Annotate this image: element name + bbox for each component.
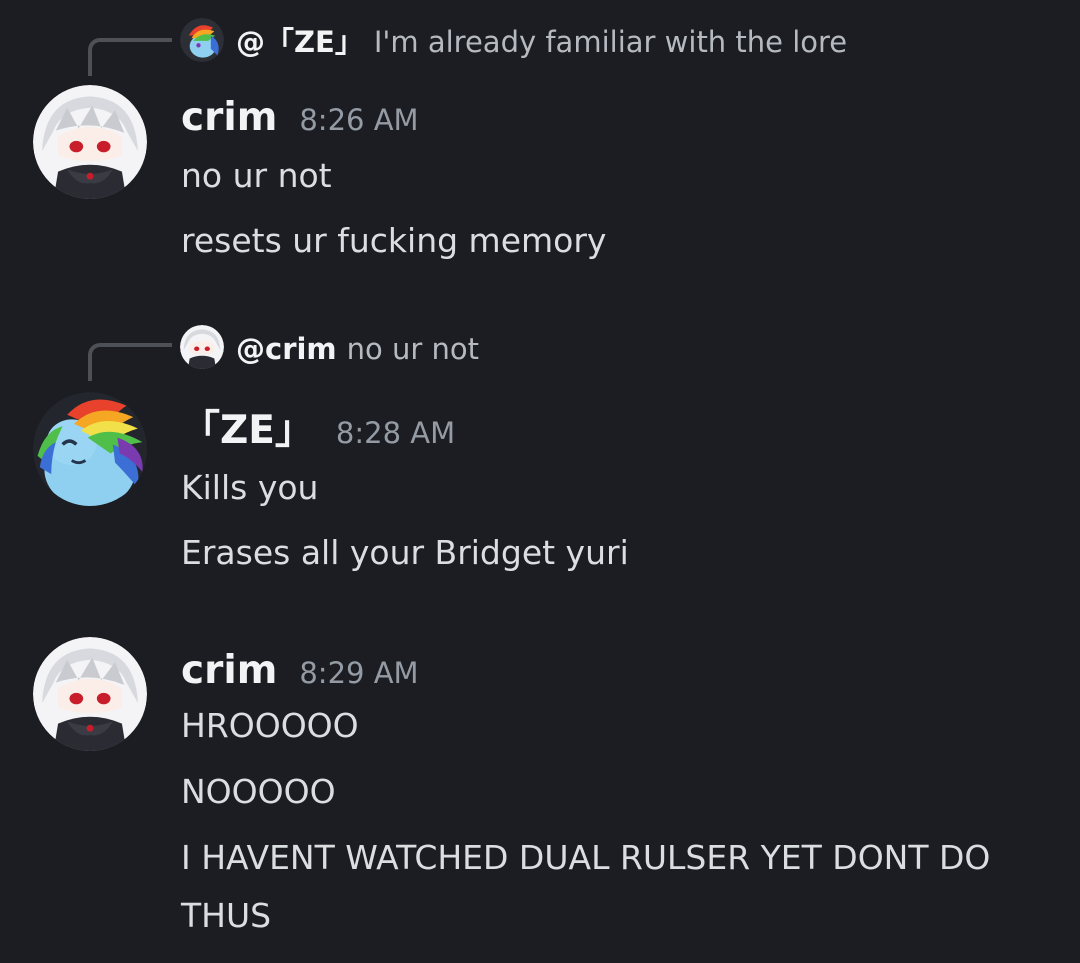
- reply-mention[interactable]: @「ZE」: [236, 25, 364, 59]
- timestamp: 8:26 AM: [299, 103, 419, 137]
- reply-text: no ur not: [346, 332, 480, 366]
- avatar-ze-icon[interactable]: [33, 392, 147, 506]
- reply-mention[interactable]: @crim: [236, 332, 337, 366]
- reply-connector: [88, 38, 172, 76]
- message-text: NOOOOO: [181, 772, 336, 811]
- message-header: 「ZE」 8:28 AM: [181, 406, 455, 463]
- author-name[interactable]: crim: [181, 95, 277, 140]
- timestamp: 8:29 AM: [299, 656, 419, 690]
- message-text: resets ur fucking memory: [181, 221, 607, 260]
- reply-preview[interactable]: @「ZE」 I'm already familiar with the lore: [236, 22, 847, 62]
- reply-avatar-crim-icon[interactable]: [180, 325, 224, 369]
- message-header: crim 8:29 AM: [181, 646, 419, 703]
- author-name[interactable]: crim: [181, 648, 277, 693]
- reply-connector: [88, 343, 172, 381]
- timestamp: 8:28 AM: [335, 416, 456, 450]
- reply-preview[interactable]: @crim no ur not: [236, 329, 479, 369]
- message-text: Erases all your Bridget yuri: [181, 533, 629, 572]
- reply-text: I'm already familiar with the lore: [373, 25, 848, 59]
- avatar-crim-icon[interactable]: [33, 637, 147, 751]
- message-text: I HAVENT WATCHED DUAL RULSER YET DONT DO…: [181, 838, 991, 935]
- message-text: no ur not: [181, 156, 332, 195]
- message-text: HROOOOO: [181, 706, 359, 745]
- message-header: crim 8:26 AM: [181, 93, 419, 150]
- reply-avatar-ze-icon[interactable]: [180, 18, 224, 62]
- message-text: Kills you: [181, 468, 319, 507]
- author-name[interactable]: 「ZE」: [181, 408, 314, 453]
- avatar-crim-icon[interactable]: [33, 85, 147, 199]
